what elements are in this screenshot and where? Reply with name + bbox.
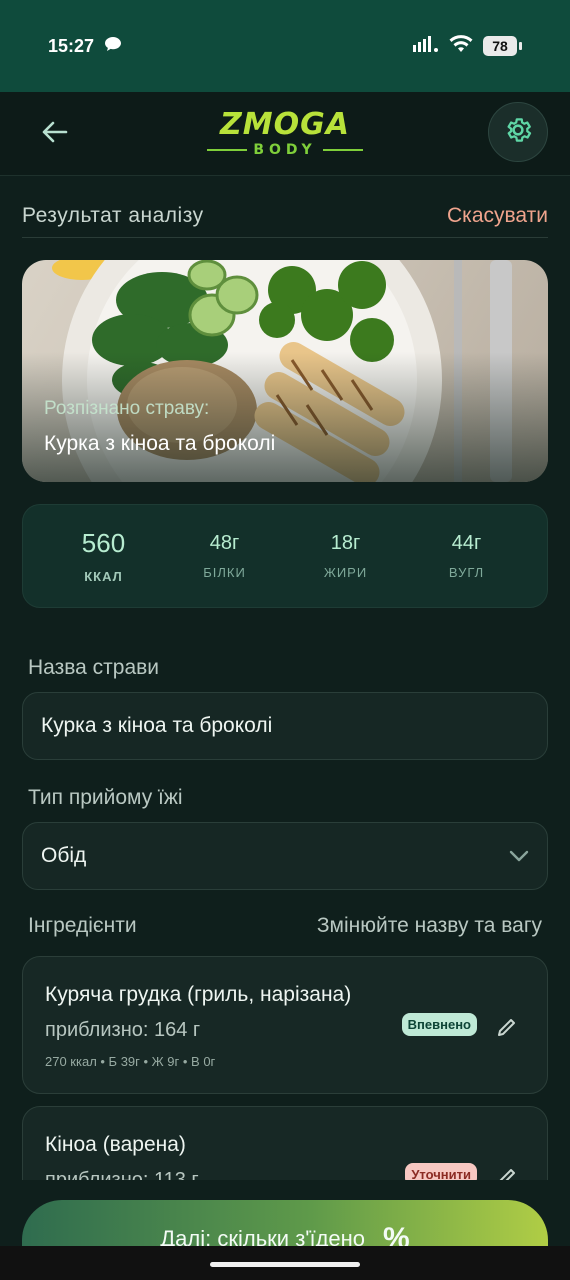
ingredient-name: Куряча грудка (гриль, нарізана)	[45, 983, 352, 1006]
ingredients-title: Інгредієнти	[28, 914, 137, 937]
cancel-button[interactable]: Скасувати	[447, 204, 548, 228]
calories-value: 560	[81, 528, 126, 558]
confidence-badge: Впевнено	[401, 1013, 477, 1036]
ingredients-hint: Змінюйте назву та вагу	[316, 914, 542, 937]
macro-fat: 18г ЖИРИ	[296, 532, 396, 580]
arrow-left-icon	[40, 120, 68, 149]
protein-label: БІЛКИ	[203, 565, 246, 580]
chat-bubble-icon	[104, 36, 122, 57]
settings-button[interactable]	[488, 102, 548, 162]
dish-name-label: Назва страви	[28, 656, 160, 679]
dish-name-value: Курка з кіноа та броколі	[41, 714, 273, 737]
status-bar: 15:27 78	[0, 0, 570, 92]
meal-type-select[interactable]: Обід	[22, 822, 548, 890]
ingredient-card[interactable]: Кіноа (варена) приблизно: 113 г Уточнити	[22, 1106, 548, 1180]
macro-carbs: 44г ВУГЛ	[417, 532, 517, 580]
macro-calories: 560 ККАЛ	[54, 528, 154, 584]
ingredient-nutrition: 270 ккал • Б 39г • Ж 9г • В 0г	[45, 1054, 216, 1069]
app-header: ZMOGA BODY	[0, 92, 570, 176]
fat-value: 18г	[330, 532, 361, 554]
home-indicator[interactable]	[210, 1262, 360, 1267]
meal-type-value: Обід	[41, 844, 87, 867]
protein-value: 48г	[209, 532, 240, 554]
wifi-icon	[449, 34, 473, 58]
battery-indicator: 78	[483, 36, 517, 56]
logo-line-left	[207, 148, 248, 151]
battery-tip	[519, 42, 522, 50]
dish-photo-card: Розпізнано страву: Курка з кіноа та брок…	[22, 260, 548, 482]
fat-label: ЖИРИ	[323, 565, 368, 580]
carbs-label: ВУГЛ	[448, 565, 485, 580]
chevron-down-icon	[509, 844, 529, 868]
result-title: Результат аналізу	[22, 203, 204, 227]
ingredient-name: Кіноа (варена)	[45, 1133, 186, 1156]
ingredients-header: Інгредієнти Змінюйте назву та вагу	[28, 914, 542, 938]
result-header: Результат аналізу Скасувати	[22, 194, 548, 238]
logo-sub-text: BODY	[253, 141, 317, 158]
recognized-dish-name: Курка з кіноа та броколі	[44, 432, 276, 455]
ingredient-card[interactable]: Куряча грудка (гриль, нарізана) приблизн…	[22, 956, 548, 1094]
macros-summary: 560 ККАЛ 48г БІЛКИ 18г ЖИРИ 44г ВУГЛ	[22, 504, 548, 608]
status-time: 15:27	[48, 35, 95, 56]
calories-label: ККАЛ	[84, 569, 123, 584]
logo-main-text: ZMOGA	[220, 106, 350, 142]
dish-name-input[interactable]: Курка з кіноа та броколі	[22, 692, 548, 760]
back-button[interactable]	[36, 114, 72, 154]
app-logo: ZMOGA BODY	[207, 106, 363, 158]
macro-protein: 48г БІЛКИ	[175, 532, 275, 580]
carbs-value: 44г	[451, 532, 482, 554]
logo-line-right	[322, 148, 363, 151]
clarify-badge: Уточнити	[405, 1163, 477, 1180]
pencil-icon[interactable]	[495, 1165, 519, 1180]
pencil-icon[interactable]	[495, 1015, 519, 1039]
gear-icon	[503, 115, 533, 150]
meal-type-label: Тип прийому їжі	[28, 786, 183, 809]
recognized-label: Розпізнано страву:	[44, 398, 210, 419]
content-scroll-area[interactable]: Результат аналізу Скасувати Розпізнано с…	[0, 176, 570, 1180]
signal-icon	[413, 35, 439, 57]
